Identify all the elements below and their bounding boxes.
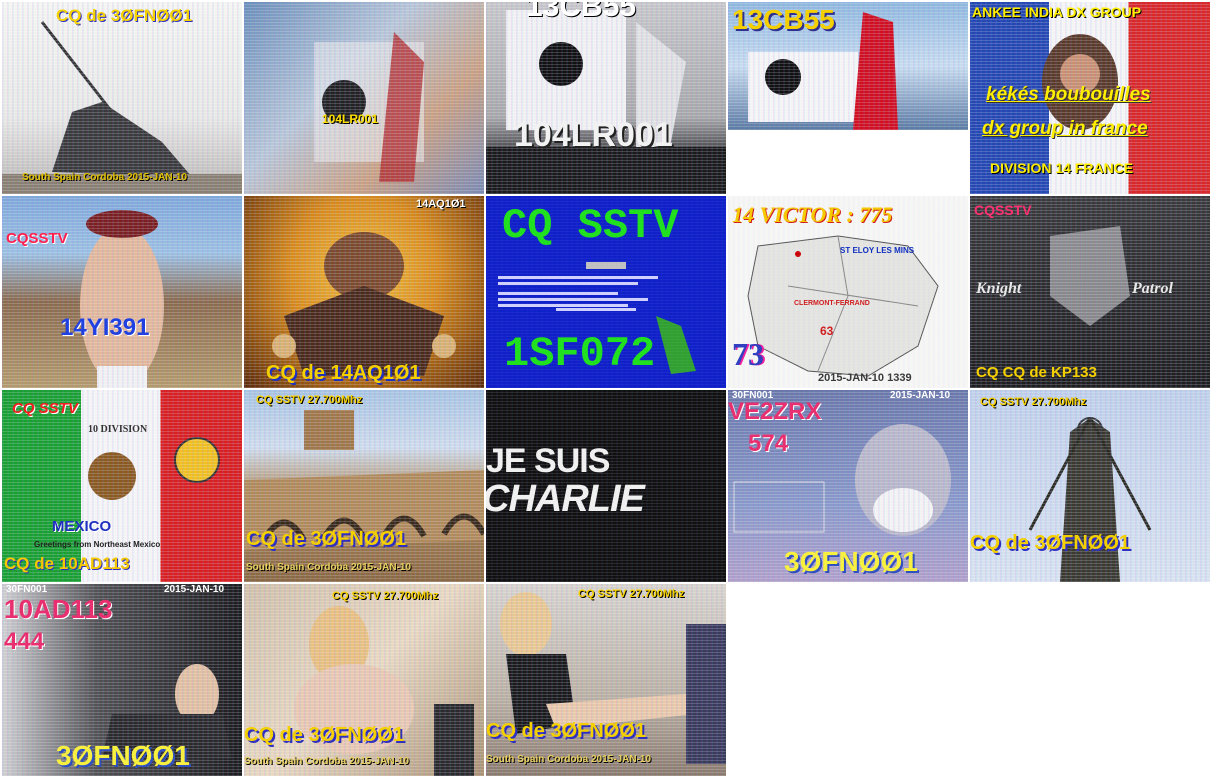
gallery-tile-1[interactable]: CQ de 3ØFNØØ1 South Spain Cordoba 2015-J…	[2, 2, 242, 194]
tile-caption-sub: 10 DIVISION	[88, 424, 148, 435]
gallery-tile-12[interactable]: CQ SSTV 27.700Mhz CQ de 3ØFNØØ1 South Sp…	[244, 390, 484, 582]
tile-caption-bottom: 2015-JAN-10 1339	[818, 372, 912, 384]
gallery-tile-11[interactable]: CQ SSTV 10 DIVISION MEXICO Greetings fro…	[2, 390, 242, 582]
map-label-dept: 63	[820, 324, 834, 338]
tile-caption-mid: 14YI391	[60, 314, 150, 341]
gallery-tile-9[interactable]: 14 VICTOR : 775 ST ELOY LES MINS CLERMON…	[728, 196, 968, 388]
tile-caption-top: 13CB55	[526, 2, 637, 23]
gallery-tile-13[interactable]: JE SUIS CHARLIE	[486, 390, 726, 582]
tile-caption-mid1: Knight	[976, 280, 1022, 297]
gallery-tile-3[interactable]: 13CB55 104LR001	[486, 2, 726, 194]
sstv-image-gallery: CQ de 3ØFNØØ1 South Spain Cordoba 2015-J…	[0, 0, 1212, 778]
tile-caption-bottom: 1SF072	[504, 330, 656, 378]
tile-caption-mid: 104LR001	[322, 112, 379, 126]
gallery-tile-6[interactable]: CQSSTV 14YI391	[2, 196, 242, 388]
tile-caption-bottom: South Spain Cordoba 2015-JAN-10	[22, 172, 188, 183]
tile-caption-mid: MEXICO	[52, 518, 112, 535]
tile-caption-call: VE2ZRX	[728, 398, 822, 425]
tile-caption-bottom: 3ØFNØØ1	[784, 546, 918, 577]
tile-caption-topright: 2015-JAN-10	[890, 390, 951, 401]
gallery-tile-18[interactable]: CQ SSTV 27.700Mhz CQ de 3ØFNØØ1 South Sp…	[486, 584, 726, 776]
tile-caption-mid2: Patrol	[1132, 280, 1173, 297]
tile-caption-line2: dx group in france	[982, 118, 1148, 139]
tile-caption-bottom: South Spain Cordoba 2015-JAN-10	[246, 562, 412, 573]
gallery-tile-7[interactable]: 14AQ1Ø1 CQ de 14AQ1Ø1	[244, 196, 484, 388]
map-label-city2: CLERMONT-FERRAND	[794, 300, 870, 307]
tile-caption-mid: CQ de 3ØFNØØ1	[970, 532, 1131, 554]
tile-caption-top: CQ SSTV	[12, 400, 78, 417]
tile-caption-top: 14 VICTOR : 775	[732, 202, 893, 227]
gallery-tile-5[interactable]: ANKEE INDIA DX GROUP kékés boubouilles d…	[970, 2, 1210, 194]
gallery-tile-14[interactable]: 30FN001 2015-JAN-10 VE2ZRX 574 3ØFNØØ1	[728, 390, 968, 582]
gallery-tile-8[interactable]: CQ SSTV 1SF072	[486, 196, 726, 388]
tile-caption-bottom: 104LR001	[514, 116, 673, 154]
tile-caption-bottom: CQ de 10AD113	[4, 554, 130, 573]
tile-caption-top: ANKEE INDIA DX GROUP	[972, 4, 1142, 20]
tile-badge: 73	[732, 336, 764, 372]
tile-caption-top: 13CB55	[732, 4, 835, 35]
tile-caption-small: Greetings from Northeast Mexico	[34, 540, 161, 549]
tile-caption-num: 444	[4, 628, 45, 655]
tile-caption-mid: CQ de 3ØFNØØ1	[246, 528, 407, 550]
tile-caption-bottom: South Spain Cordoba 2015-JAN-10	[486, 754, 652, 765]
gallery-tile-16[interactable]: 30FN001 2015-JAN-10 10AD113 444 3ØFNØØ1	[2, 584, 242, 776]
tile-caption-top: CQ SSTV 27.700Mhz	[578, 588, 685, 600]
tile-caption-bottom: South Spain Cordoba 2015-JAN-10	[244, 756, 410, 767]
tile-caption-top: 14AQ1Ø1	[416, 198, 466, 210]
tile-caption-top: CQ SSTV 27.700Mhz	[256, 394, 363, 406]
tile-caption-mid: CQ de 3ØFNØØ1	[486, 720, 647, 742]
tile-caption-top: CQSSTV	[6, 230, 68, 247]
tile-caption-topright: 2015-JAN-10	[164, 584, 225, 595]
tile-caption-top: CQ de 3ØFNØØ1	[56, 6, 193, 25]
tile-caption-bottom: 3ØFNØØ1	[56, 740, 190, 771]
tile-caption-line1: JE SUIS	[486, 442, 610, 480]
tile-caption-mid: CQ de 3ØFNØØ1	[244, 724, 405, 746]
gallery-tile-17[interactable]: CQ SSTV 27.700Mhz CQ de 3ØFNØØ1 South Sp…	[244, 584, 484, 776]
gallery-tile-2[interactable]: 104LR001	[244, 2, 484, 194]
tile-caption-top: CQ SSTV 27.700Mhz	[980, 396, 1087, 408]
tile-caption-num: 574	[748, 430, 789, 457]
gallery-tile-15[interactable]: CQ SSTV 27.700Mhz CQ de 3ØFNØØ1	[970, 390, 1210, 582]
gallery-tile-10[interactable]: CQSSTV Knight Patrol CQ CQ de KP133	[970, 196, 1210, 388]
tile-caption-bottom: DIVISION 14 FRANCE	[990, 160, 1134, 176]
tile-caption-bottom: CQ de 14AQ1Ø1	[266, 362, 421, 384]
tile-caption-top: CQ SSTV	[502, 202, 679, 250]
tile-caption-call: 10AD113	[4, 594, 113, 624]
gallery-tile-4[interactable]: 13CB55	[728, 2, 968, 130]
tile-caption-bottom: CQ CQ de KP133	[976, 364, 1097, 381]
map-label-city1: ST ELOY LES MINS	[840, 246, 915, 255]
tile-caption-line2: CHARLIE	[486, 478, 645, 520]
tile-caption-top: CQSSTV	[974, 202, 1032, 218]
tile-caption-top: CQ SSTV 27.700Mhz	[332, 590, 439, 602]
tile-caption-line1: kékés boubouilles	[986, 84, 1151, 105]
